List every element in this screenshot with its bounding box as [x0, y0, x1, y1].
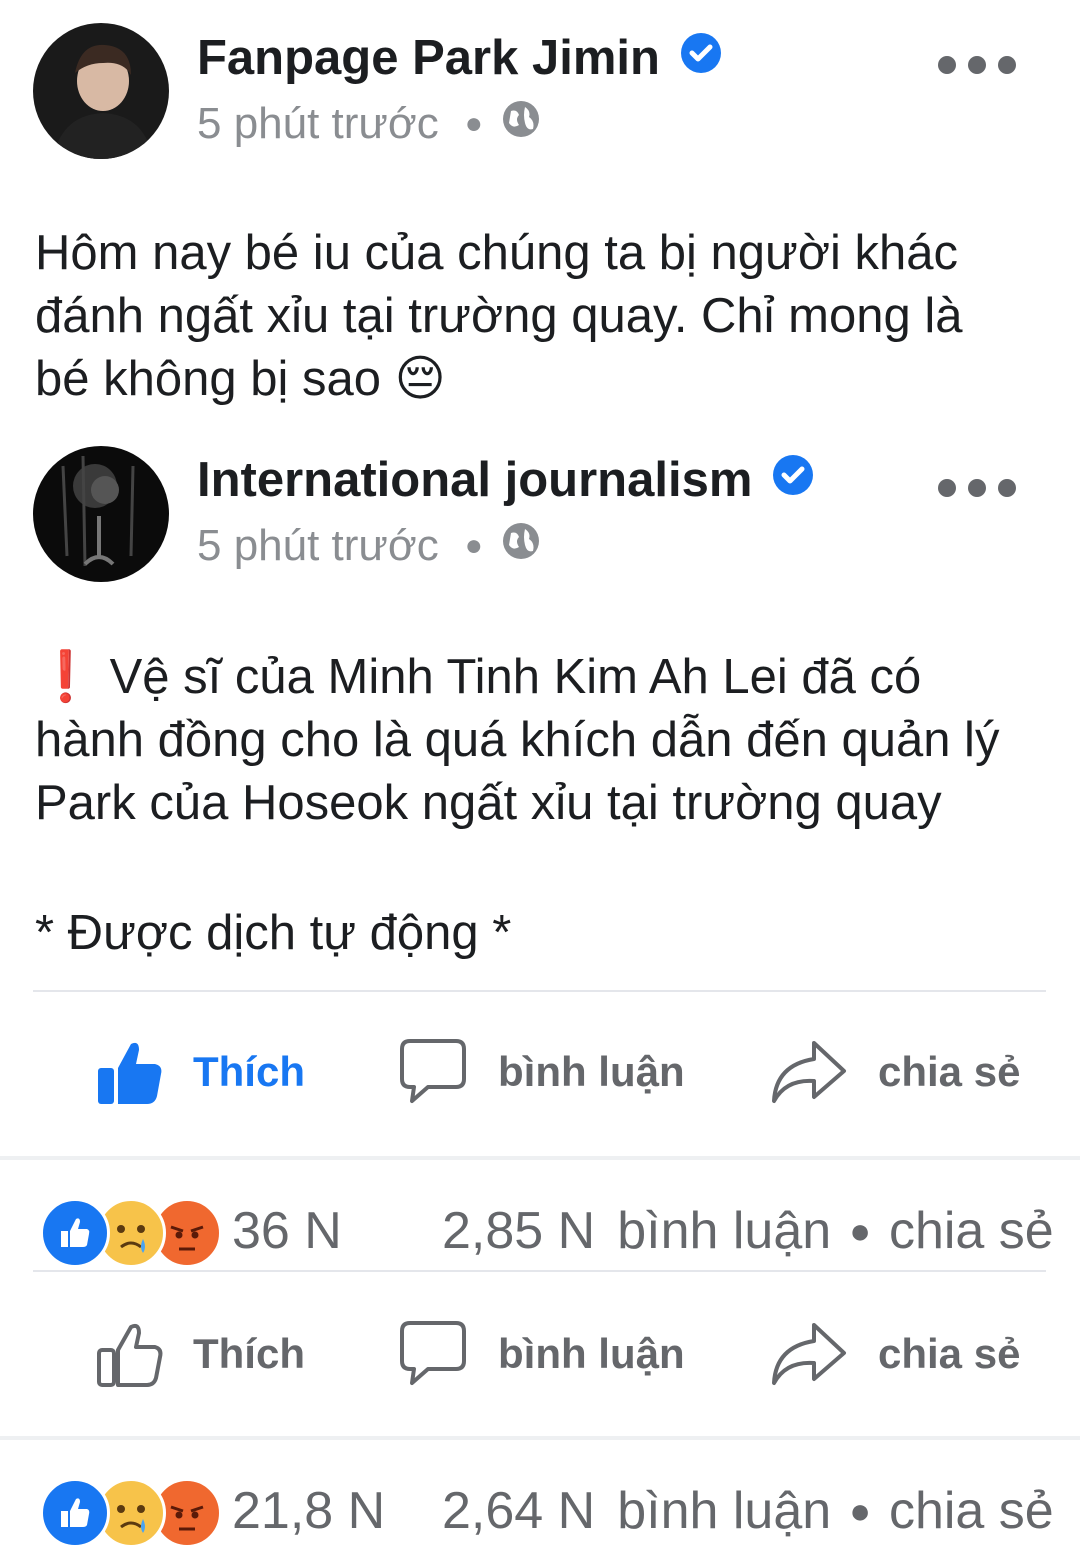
like-label: Thích: [193, 1048, 305, 1095]
like-button[interactable]: Thích: [95, 1318, 305, 1390]
share-label: chia sẻ: [878, 1330, 1021, 1377]
comment-share-summary[interactable]: 2,64 N bình luận ● chia sẻ: [442, 1478, 1054, 1544]
comment-label: bình luận: [498, 1048, 685, 1095]
author-name-text[interactable]: Fanpage Park Jimin: [197, 30, 660, 86]
shared-post-meta: 5 phút trước ●: [197, 520, 541, 572]
like-reaction-icon: [40, 1478, 110, 1548]
share-button[interactable]: chia sẻ: [770, 1036, 1020, 1108]
author-name[interactable]: Fanpage Park Jimin: [197, 28, 722, 88]
avatar[interactable]: [33, 23, 169, 159]
separator-dot: ●: [849, 1210, 871, 1251]
reaction-summary[interactable]: 21,8 N: [40, 1478, 386, 1548]
shared-author-name[interactable]: International journalism: [197, 450, 814, 510]
comment-label: bình luận: [498, 1330, 685, 1377]
reaction-count: 21,8 N: [232, 1482, 386, 1540]
comment-count[interactable]: 2,64 N: [442, 1481, 595, 1541]
reaction-count: 36 N: [232, 1202, 342, 1260]
more-icon[interactable]: [938, 56, 1016, 74]
comment-share-summary[interactable]: 2,85 N bình luận ● chia sẻ: [442, 1198, 1054, 1264]
comment-icon: [400, 1321, 466, 1385]
comment-icon: [400, 1039, 466, 1103]
shared-more-icon[interactable]: [938, 479, 1016, 497]
verified-icon: [772, 452, 814, 508]
auto-translate-note[interactable]: * Được dịch tự động *: [35, 902, 511, 965]
post-text: Hôm nay bé iu của chúng ta bị người khác…: [35, 226, 963, 406]
globe-icon: [501, 521, 541, 572]
comment-button[interactable]: bình luận: [398, 1036, 685, 1108]
comment-count-label[interactable]: bình luận: [617, 1201, 831, 1261]
share-count-label[interactable]: chia sẻ: [889, 1481, 1054, 1541]
comment-count-label[interactable]: bình luận: [617, 1481, 831, 1541]
reaction-icons: [40, 1198, 222, 1268]
divider: [33, 990, 1046, 992]
separator-dot: ●: [849, 1490, 871, 1531]
reaction-icons: [40, 1478, 222, 1548]
share-icon: [772, 1041, 846, 1103]
globe-icon: [501, 99, 541, 150]
section-divider: [0, 1156, 1080, 1160]
share-count-label[interactable]: chia sẻ: [889, 1201, 1054, 1261]
shared-post-time[interactable]: 5 phút trước: [197, 521, 439, 571]
shared-author-text[interactable]: International journalism: [197, 452, 752, 508]
like-reaction-icon: [40, 1198, 110, 1268]
verified-icon: [680, 30, 722, 86]
comment-button[interactable]: bình luận: [398, 1318, 685, 1390]
shared-post-text: ❗ Vệ sĩ của Minh Tinh Kim Ah Lei đã có h…: [35, 650, 1000, 830]
reaction-summary[interactable]: 36 N: [40, 1198, 342, 1268]
like-icon: [98, 1042, 162, 1104]
share-label: chia sẻ: [878, 1048, 1021, 1095]
share-button[interactable]: chia sẻ: [770, 1318, 1020, 1390]
comment-count[interactable]: 2,85 N: [442, 1201, 595, 1261]
meta-dot: ●: [464, 107, 483, 140]
post-meta: 5 phút trước ●: [197, 98, 541, 150]
section-divider: [0, 1436, 1080, 1440]
like-icon: [97, 1323, 163, 1387]
like-label: Thích: [193, 1330, 305, 1377]
post-time[interactable]: 5 phút trước: [197, 99, 439, 149]
like-button[interactable]: Thích: [95, 1036, 305, 1108]
share-icon: [772, 1323, 846, 1385]
shared-avatar[interactable]: [33, 446, 169, 582]
meta-dot: ●: [464, 529, 483, 562]
